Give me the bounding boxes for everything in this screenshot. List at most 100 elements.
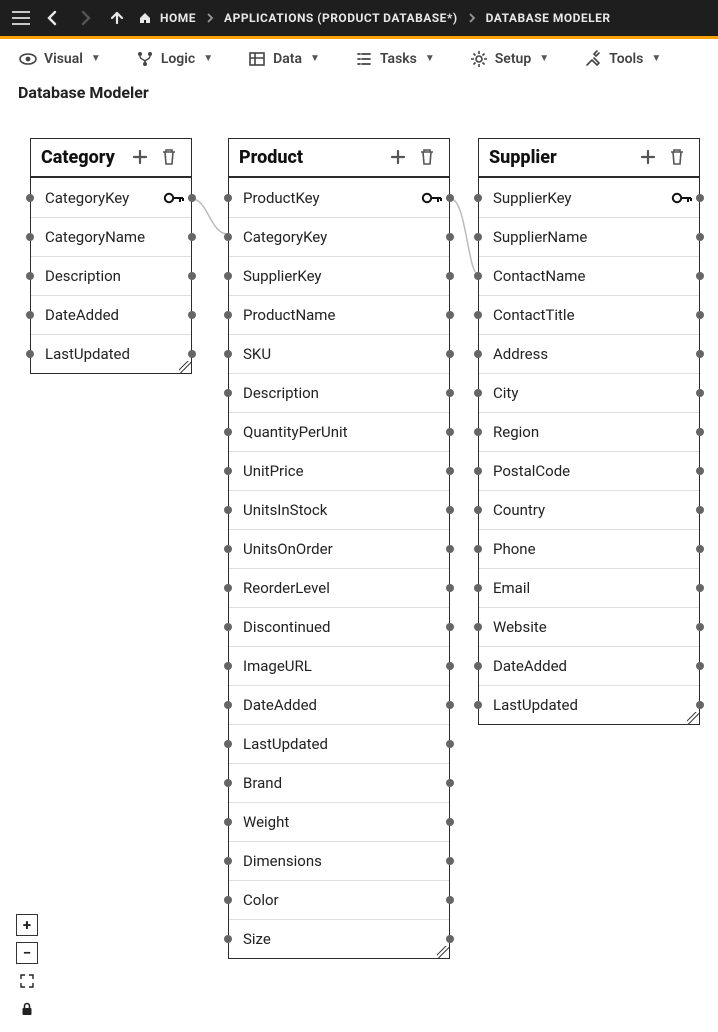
connector-stub[interactable] xyxy=(474,662,482,670)
connector-stub[interactable] xyxy=(696,350,704,358)
breadcrumb-home[interactable]: HOME xyxy=(160,11,196,25)
add-field-icon[interactable] xyxy=(131,148,151,168)
connector-stub[interactable] xyxy=(474,506,482,514)
connector-stub[interactable] xyxy=(446,350,454,358)
connector-stub[interactable] xyxy=(474,623,482,631)
connector-stub[interactable] xyxy=(696,428,704,436)
connector-stub[interactable] xyxy=(224,779,232,787)
connector-stub[interactable] xyxy=(26,311,34,319)
connector-stub[interactable] xyxy=(446,740,454,748)
connector-stub[interactable] xyxy=(446,857,454,865)
connector-stub[interactable] xyxy=(224,428,232,436)
connector-stub[interactable] xyxy=(696,233,704,241)
connector-stub[interactable] xyxy=(224,584,232,592)
connector-stub[interactable] xyxy=(474,584,482,592)
field-row[interactable]: Weight xyxy=(229,802,449,841)
delete-entity-icon[interactable] xyxy=(161,148,181,168)
connector-stub[interactable] xyxy=(26,272,34,280)
connector-stub[interactable] xyxy=(696,389,704,397)
connector-stub[interactable] xyxy=(446,467,454,475)
connector-stub[interactable] xyxy=(188,194,196,202)
field-row[interactable]: SupplierKey xyxy=(479,178,699,217)
connector-stub[interactable] xyxy=(446,623,454,631)
connector-stub[interactable] xyxy=(446,272,454,280)
field-row[interactable]: CategoryKey xyxy=(31,178,191,217)
entity-category[interactable]: Category CategoryKeyCategoryNameDescript… xyxy=(30,138,192,374)
field-row[interactable]: SKU xyxy=(229,334,449,373)
field-row[interactable]: UnitPrice xyxy=(229,451,449,490)
connector-stub[interactable] xyxy=(224,935,232,943)
connector-stub[interactable] xyxy=(446,896,454,904)
connector-stub[interactable] xyxy=(26,233,34,241)
connector-stub[interactable] xyxy=(446,194,454,202)
breadcrumb-page[interactable]: DATABASE MODELER xyxy=(486,11,611,25)
field-row[interactable]: Brand xyxy=(229,763,449,802)
field-row[interactable]: CategoryName xyxy=(31,217,191,256)
connector-stub[interactable] xyxy=(446,389,454,397)
connector-stub[interactable] xyxy=(474,272,482,280)
field-row[interactable]: LastUpdated xyxy=(31,334,191,373)
connector-stub[interactable] xyxy=(446,662,454,670)
connector-stub[interactable] xyxy=(224,896,232,904)
connector-stub[interactable] xyxy=(224,272,232,280)
field-row[interactable]: ProductName xyxy=(229,295,449,334)
connector-stub[interactable] xyxy=(224,311,232,319)
connector-stub[interactable] xyxy=(474,428,482,436)
entity-header[interactable]: Category xyxy=(31,139,191,178)
toolbar-tasks[interactable]: Tasks▼ xyxy=(354,49,435,69)
zoom-out-button[interactable]: − xyxy=(16,942,38,964)
connector-stub[interactable] xyxy=(696,272,704,280)
connector-stub[interactable] xyxy=(446,428,454,436)
up-icon[interactable] xyxy=(104,5,130,31)
connector-stub[interactable] xyxy=(696,194,704,202)
add-field-icon[interactable] xyxy=(389,148,409,168)
connector-stub[interactable] xyxy=(188,233,196,241)
delete-entity-icon[interactable] xyxy=(419,148,439,168)
field-row[interactable]: DateAdded xyxy=(229,685,449,724)
home-icon[interactable] xyxy=(136,5,154,31)
connector-stub[interactable] xyxy=(446,311,454,319)
connector-stub[interactable] xyxy=(696,584,704,592)
connector-stub[interactable] xyxy=(474,311,482,319)
field-row[interactable]: PostalCode xyxy=(479,451,699,490)
toolbar-setup[interactable]: Setup▼ xyxy=(469,49,549,69)
field-row[interactable]: UnitsInStock xyxy=(229,490,449,529)
connector-stub[interactable] xyxy=(224,740,232,748)
connector-stub[interactable] xyxy=(224,623,232,631)
connector-stub[interactable] xyxy=(224,389,232,397)
connector-stub[interactable] xyxy=(224,701,232,709)
field-row[interactable]: City xyxy=(479,373,699,412)
field-row[interactable]: Website xyxy=(479,607,699,646)
field-row[interactable]: Description xyxy=(229,373,449,412)
field-row[interactable]: Dimensions xyxy=(229,841,449,880)
entity-product[interactable]: Product ProductKeyCategoryKeySupplierKey… xyxy=(228,138,450,959)
modeler-canvas[interactable]: Category CategoryKeyCategoryNameDescript… xyxy=(0,112,718,1032)
field-row[interactable]: Phone xyxy=(479,529,699,568)
connector-stub[interactable] xyxy=(446,233,454,241)
field-row[interactable]: DateAdded xyxy=(31,295,191,334)
connector-stub[interactable] xyxy=(474,701,482,709)
delete-entity-icon[interactable] xyxy=(669,148,689,168)
connector-stub[interactable] xyxy=(224,506,232,514)
entity-header[interactable]: Supplier xyxy=(479,139,699,178)
connector-stub[interactable] xyxy=(474,350,482,358)
connector-stub[interactable] xyxy=(446,818,454,826)
field-row[interactable]: DateAdded xyxy=(479,646,699,685)
field-row[interactable]: ContactTitle xyxy=(479,295,699,334)
connector-stub[interactable] xyxy=(696,545,704,553)
resize-handle[interactable] xyxy=(179,361,191,373)
field-row[interactable]: ImageURL xyxy=(229,646,449,685)
field-row[interactable]: CategoryKey xyxy=(229,217,449,256)
connector-stub[interactable] xyxy=(446,701,454,709)
connector-stub[interactable] xyxy=(474,467,482,475)
zoom-in-button[interactable]: + xyxy=(16,914,38,936)
breadcrumb-apps[interactable]: APPLICATIONS (PRODUCT DATABASE*) xyxy=(224,11,458,25)
resize-handle[interactable] xyxy=(437,946,449,958)
lock-icon[interactable] xyxy=(16,998,38,1020)
toolbar-visual[interactable]: Visual▼ xyxy=(18,49,101,69)
connector-stub[interactable] xyxy=(696,701,704,709)
field-row[interactable]: SupplierKey xyxy=(229,256,449,295)
connector-stub[interactable] xyxy=(188,311,196,319)
back-icon[interactable] xyxy=(40,5,66,31)
connector-stub[interactable] xyxy=(696,623,704,631)
